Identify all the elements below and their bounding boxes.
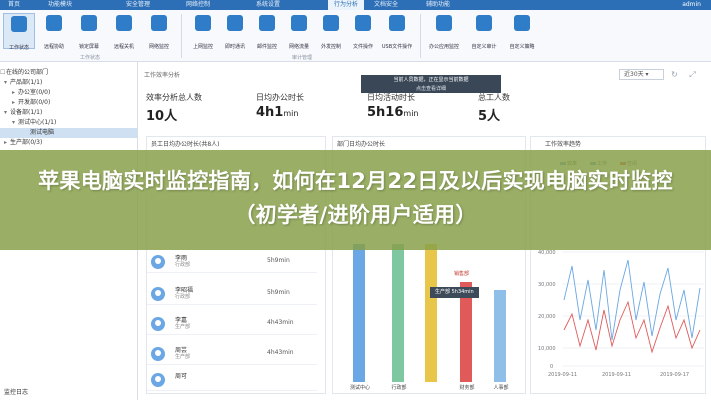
power-icon [116, 15, 132, 31]
tree-root[interactable]: ☐在线的公司部门 [0, 68, 137, 78]
staff-panel-title: 员工日均办公时长(共8人) [151, 141, 220, 148]
ribbon-separator [181, 14, 182, 58]
network-icon [151, 15, 167, 31]
trend-line-work[interactable] [563, 259, 701, 341]
dept-bar[interactable] [353, 244, 365, 382]
usb-icon [389, 15, 405, 31]
avatar [151, 317, 165, 331]
x-tick: 2019-09-17 [660, 372, 689, 378]
upload-icon [323, 15, 339, 31]
x-tick: 2019-09-11 [602, 372, 631, 378]
trend-panel-title: 工作效率趋势 [545, 141, 582, 148]
menu-tab-network[interactable]: 网络控制 [180, 0, 216, 10]
avatar [151, 287, 165, 301]
ribbon-group-label: 审计管理 [292, 55, 313, 61]
bar-tooltip-label: 销售部 [454, 271, 470, 277]
menu-tab-modules[interactable]: 功能模块 [42, 0, 78, 10]
monitor-icon [11, 16, 27, 32]
x-tick: 2019-09-11 [548, 372, 577, 378]
menu-tab-security[interactable]: 安全管理 [120, 0, 156, 10]
staff-row[interactable]: 周芸 生产部 4h43min [147, 343, 317, 365]
lock-icon [81, 15, 97, 31]
tree-item[interactable]: ▾ 设备部(1/1) [0, 108, 137, 118]
ribbon-im-button[interactable]: 即时通讯 [219, 13, 251, 50]
stat-active-time: 日均活动时长 5h16min [367, 93, 419, 120]
avatar [151, 347, 165, 361]
ribbon-lock-screen-button[interactable]: 锁定屏幕 [73, 13, 105, 50]
info-banner: 当前人员数据，正在显示当前数据 [361, 75, 501, 85]
phone-icon [227, 15, 243, 31]
expand-icon[interactable]: ⤢ [688, 70, 697, 79]
tree-item[interactable]: ▾ 产品部(1/1) [0, 78, 137, 88]
traffic-icon [291, 15, 307, 31]
policy-icon [514, 15, 530, 31]
ribbon-outbound-button[interactable]: 外发控制 [315, 13, 347, 50]
menu-tab-settings[interactable]: 系统设置 [250, 0, 286, 10]
ribbon-office-button[interactable]: 办公应用监控 [428, 13, 460, 50]
ribbon-custom-policy-button[interactable]: 自定义策略 [506, 13, 538, 50]
dept-panel-title: 部门日均办公时长 [337, 141, 386, 148]
y-tick: 30,000 [538, 282, 556, 288]
top-menu-bar: 首页 功能模块 安全管理 网络控制 系统设置 行为分析 文档安全 辅助功能 ad… [0, 0, 711, 10]
avatar [151, 255, 165, 269]
y-tick: 20,000 [538, 314, 556, 320]
ribbon-remote-assist-button[interactable]: 远程协助 [38, 13, 70, 50]
menu-tab-behavior[interactable]: 行为分析 [328, 0, 365, 10]
stat-total-people: 效率分析总人数 10人 [146, 93, 202, 124]
office-icon [436, 15, 452, 31]
remote-icon [46, 15, 62, 31]
dept-bar-label: 测试中心 [349, 385, 370, 391]
tree-item[interactable]: ▸ 生产部(0/3) [0, 138, 137, 148]
dept-bar-label: 行政部 [391, 385, 407, 391]
dept-bar[interactable] [494, 290, 506, 382]
ribbon-web-monitor-button[interactable]: 上网监控 [187, 13, 219, 50]
dept-bar-label: 财务部 [459, 385, 475, 391]
stat-office-time: 日均办公时长 4h1min [256, 93, 304, 120]
ribbon-work-status-button[interactable]: 工作状态 [3, 13, 35, 51]
ribbon-usb-button[interactable]: USB文件操作 [381, 13, 413, 50]
menu-tab-docs[interactable]: 文档安全 [368, 0, 404, 10]
tree-item[interactable]: ▸ 开发部(0/0) [0, 98, 137, 108]
mail-icon [259, 15, 275, 31]
tree-item[interactable]: ▾ 测试中心(1/1) [0, 118, 137, 128]
tree-item[interactable]: ▸ 办公室(0/0) [0, 88, 137, 98]
ribbon-toolbar: 工作状态 远程协助 锁定屏幕 远程关机 网络监控 上网监控 即时通讯 邮件监控 … [0, 10, 711, 62]
audit-icon [476, 15, 492, 31]
stat-total-workers: 总工人数 5人 [478, 93, 510, 124]
app-window: 首页 功能模块 安全管理 网络控制 系统设置 行为分析 文档安全 辅助功能 ad… [0, 0, 711, 400]
ribbon-shutdown-button[interactable]: 远程关机 [108, 13, 140, 50]
tree-item-selected[interactable]: 测试电脑 [0, 128, 137, 138]
staff-row[interactable]: 李雨 行政部 5h9min [147, 251, 317, 273]
y-tick: 0 [550, 364, 553, 370]
trend-line-idle[interactable] [563, 300, 701, 354]
ribbon-file-op-button[interactable]: 文件操作 [347, 13, 379, 50]
ribbon-net-monitor-button[interactable]: 网络监控 [143, 13, 175, 50]
ribbon-mail-button[interactable]: 邮件监控 [251, 13, 283, 50]
headline-text: 苹果电脑实时监控指南，如何在12月22日及以后实现电脑实时监控（初学者/进阶用户… [38, 169, 673, 227]
staff-row[interactable]: 李嘉 生产部 4h43min [147, 313, 317, 335]
ribbon-traffic-button[interactable]: 网络流量 [283, 13, 315, 50]
dept-bar[interactable] [425, 244, 437, 382]
dashboard-title: 工作效率分析 [144, 72, 181, 79]
file-icon [355, 15, 371, 31]
dept-bar-label: 人事部 [493, 385, 509, 391]
ribbon-group-label: 工作状态 [80, 55, 101, 61]
y-tick: 10,000 [538, 346, 556, 352]
globe-icon [195, 15, 211, 31]
bar-tooltip: 生产部 5h34min [430, 287, 479, 298]
staff-row[interactable]: 李昭福 行政部 5h9min [147, 283, 317, 305]
tree-footer[interactable]: 监控日志 [4, 388, 28, 398]
date-range-select[interactable]: 近30天 ▾ [619, 69, 664, 80]
y-tick: 40,000 [538, 250, 556, 256]
dept-bar[interactable] [392, 244, 404, 382]
user-name[interactable]: admin [682, 0, 701, 10]
staff-row[interactable]: 周可 [147, 369, 317, 391]
menu-tab-aux[interactable]: 辅助功能 [420, 0, 456, 10]
ribbon-separator [420, 14, 421, 58]
avatar [151, 373, 165, 387]
refresh-icon[interactable]: ↻ [670, 70, 679, 79]
menu-tab-home[interactable]: 首页 [2, 0, 26, 10]
ribbon-custom-audit-button[interactable]: 自定义审计 [468, 13, 500, 50]
